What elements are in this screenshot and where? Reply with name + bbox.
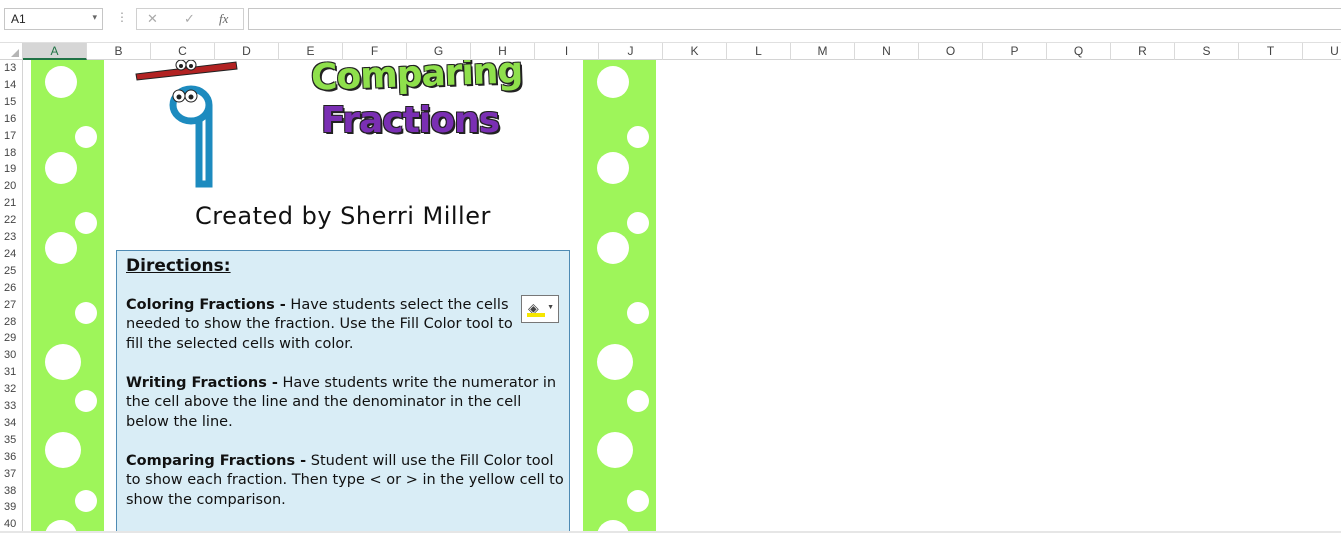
row-header-33[interactable]: 33 bbox=[0, 398, 22, 415]
column-header-c[interactable]: C bbox=[151, 43, 215, 60]
spreadsheet-grid[interactable]: Comparing Fractions Created by Sherri Mi… bbox=[23, 60, 1341, 533]
comparing-heading: Comparing Fractions - bbox=[126, 452, 307, 469]
title-comparing: Comparing bbox=[310, 60, 523, 99]
coloring-heading: Coloring Fractions - bbox=[126, 296, 286, 313]
column-header-l[interactable]: L bbox=[727, 43, 791, 60]
formula-bar: A1 ▾ ⋮ ✕ ✓ fx bbox=[0, 0, 1341, 40]
column-header-f[interactable]: F bbox=[343, 43, 407, 60]
row-header-25[interactable]: 25 bbox=[0, 263, 22, 280]
decorative-dot bbox=[627, 212, 649, 234]
decorative-dot bbox=[75, 126, 97, 148]
decorative-dot bbox=[627, 490, 649, 512]
row-header-29[interactable]: 29 bbox=[0, 330, 22, 347]
row-header-31[interactable]: 31 bbox=[0, 364, 22, 381]
row-header-28[interactable]: 28 bbox=[0, 314, 22, 331]
decorative-dot bbox=[597, 344, 633, 380]
row-header-35[interactable]: 35 bbox=[0, 432, 22, 449]
row-header-39[interactable]: 39 bbox=[0, 499, 22, 516]
row-header-14[interactable]: 14 bbox=[0, 77, 22, 94]
left-dotted-stripe bbox=[31, 60, 104, 533]
row-header-18[interactable]: 18 bbox=[0, 145, 22, 162]
decorative-dot bbox=[75, 212, 97, 234]
decorative-dot bbox=[597, 432, 633, 468]
decorative-dot bbox=[45, 344, 81, 380]
column-headers: ABCDEFGHIJKLMNOPQRSTU bbox=[0, 42, 1341, 60]
row-header-23[interactable]: 23 bbox=[0, 229, 22, 246]
row-header-19[interactable]: 19 bbox=[0, 161, 22, 178]
row-header-27[interactable]: 27 bbox=[0, 297, 22, 314]
decorative-dot bbox=[75, 390, 97, 412]
cancel-icon[interactable]: ✕ bbox=[147, 11, 158, 27]
row-header-17[interactable]: 17 bbox=[0, 128, 22, 145]
name-box[interactable]: A1 ▾ bbox=[4, 8, 103, 30]
row-header-20[interactable]: 20 bbox=[0, 178, 22, 195]
chevron-down-icon[interactable]: ▾ bbox=[92, 12, 97, 23]
fill-color-button[interactable]: ◈ ▼ bbox=[521, 295, 559, 323]
comparing-fractions-paragraph: Comparing Fractions - Student will use t… bbox=[126, 452, 566, 511]
author-credit: Created by Sherri Miller bbox=[195, 202, 491, 230]
column-header-s[interactable]: S bbox=[1175, 43, 1239, 60]
row-header-32[interactable]: 32 bbox=[0, 381, 22, 398]
decorative-dot bbox=[75, 302, 97, 324]
row-header-15[interactable]: 15 bbox=[0, 94, 22, 111]
decorative-dot bbox=[627, 126, 649, 148]
right-dotted-stripe bbox=[583, 60, 656, 533]
name-box-value: A1 bbox=[11, 12, 26, 26]
insert-function-icon[interactable]: fx bbox=[219, 11, 228, 27]
row-header-26[interactable]: 26 bbox=[0, 280, 22, 297]
row-header-24[interactable]: 24 bbox=[0, 246, 22, 263]
decorative-dot bbox=[597, 152, 629, 184]
select-all-corner[interactable] bbox=[0, 43, 23, 60]
title-fractions: Fractions bbox=[321, 100, 500, 141]
coloring-fractions-paragraph: Coloring Fractions - Have students selec… bbox=[126, 296, 516, 355]
decorative-dot bbox=[627, 390, 649, 412]
number-nine-clipart bbox=[135, 60, 238, 188]
column-header-o[interactable]: O bbox=[919, 43, 983, 60]
decorative-dot bbox=[597, 232, 629, 264]
column-header-g[interactable]: G bbox=[407, 43, 471, 60]
column-header-h[interactable]: H bbox=[471, 43, 535, 60]
row-header-38[interactable]: 38 bbox=[0, 483, 22, 500]
column-header-j[interactable]: J bbox=[599, 43, 663, 60]
formula-buttons: ✕ ✓ fx bbox=[136, 8, 244, 30]
column-header-q[interactable]: Q bbox=[1047, 43, 1111, 60]
column-header-m[interactable]: M bbox=[791, 43, 855, 60]
row-header-16[interactable]: 16 bbox=[0, 111, 22, 128]
decorative-dot bbox=[597, 66, 629, 98]
row-header-36[interactable]: 36 bbox=[0, 449, 22, 466]
chevron-down-icon: ▼ bbox=[547, 304, 554, 311]
row-header-22[interactable]: 22 bbox=[0, 212, 22, 229]
row-header-21[interactable]: 21 bbox=[0, 195, 22, 212]
decorative-dot bbox=[45, 66, 77, 98]
decorative-dot bbox=[45, 152, 77, 184]
column-header-u[interactable]: U bbox=[1303, 43, 1341, 60]
enter-icon[interactable]: ✓ bbox=[184, 11, 195, 27]
directions-title: Directions: bbox=[126, 256, 231, 276]
decorative-dot bbox=[45, 232, 77, 264]
writing-heading: Writing Fractions - bbox=[126, 374, 278, 391]
formula-input[interactable] bbox=[248, 8, 1341, 30]
more-options-icon[interactable]: ⋮ bbox=[116, 10, 128, 24]
decorative-dot bbox=[627, 302, 649, 324]
row-header-30[interactable]: 30 bbox=[0, 347, 22, 364]
column-header-n[interactable]: N bbox=[855, 43, 919, 60]
writing-fractions-paragraph: Writing Fractions - Have students write … bbox=[126, 374, 566, 433]
row-header-13[interactable]: 13 bbox=[0, 60, 22, 77]
column-header-k[interactable]: K bbox=[663, 43, 727, 60]
column-header-t[interactable]: T bbox=[1239, 43, 1303, 60]
row-headers: 13 14 15 16 17 18 19 20 21 22 23 24 25 26 27 28 29 30 31 32… bbox=[0, 60, 23, 533]
column-header-d[interactable]: D bbox=[215, 43, 279, 60]
directions-textbox[interactable]: Directions: Coloring Fractions - Have st… bbox=[116, 250, 570, 533]
column-header-e[interactable]: E bbox=[279, 43, 343, 60]
fill-color-swatch bbox=[527, 313, 545, 317]
column-header-r[interactable]: R bbox=[1111, 43, 1175, 60]
row-header-34[interactable]: 34 bbox=[0, 415, 22, 432]
column-header-a[interactable]: A bbox=[23, 43, 87, 60]
decorative-dot bbox=[75, 490, 97, 512]
column-header-p[interactable]: P bbox=[983, 43, 1047, 60]
column-header-i[interactable]: I bbox=[535, 43, 599, 60]
column-header-b[interactable]: B bbox=[87, 43, 151, 60]
decorative-dot bbox=[45, 432, 81, 468]
row-header-37[interactable]: 37 bbox=[0, 466, 22, 483]
